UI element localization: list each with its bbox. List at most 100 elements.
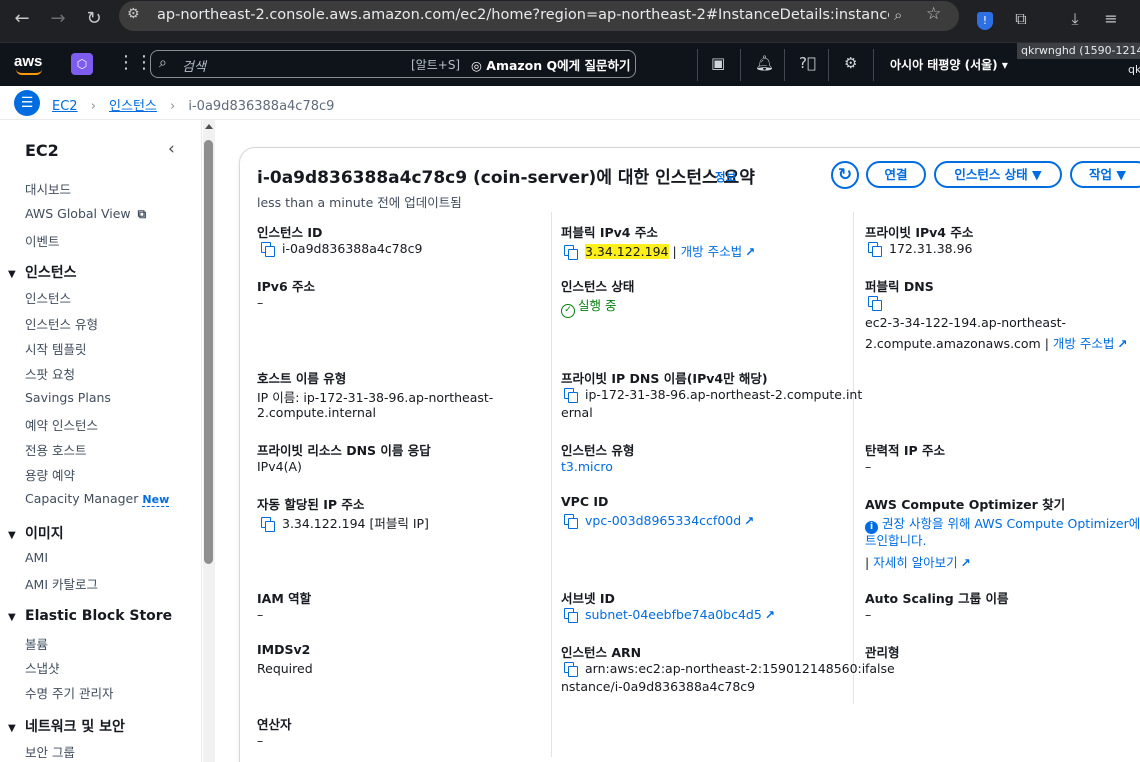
copy-icon[interactable] <box>868 242 882 257</box>
instance-id-value: i-0a9d836388a4c78c9 <box>261 241 422 257</box>
elastic-ip-value: – <box>865 459 872 474</box>
copy-icon[interactable] <box>564 608 578 623</box>
compute-optimizer-optin-line2[interactable]: 트인합니다. <box>865 530 926 549</box>
region-selector[interactable]: 아시아 태평양 (서울) ▾ <box>890 56 1008 73</box>
auto-ip-label: 자동 할당된 IP 주소 <box>257 497 365 512</box>
private-dns-value-line2: ernal <box>561 405 593 420</box>
address-bar[interactable]: ⚙ ap-northeast-2.console.aws.amazon.com/… <box>119 1 959 31</box>
copy-icon[interactable] <box>564 514 578 529</box>
sidebar-item-lifecycle-manager[interactable]: 수명 주기 관리자 <box>25 683 113 702</box>
site-settings-icon[interactable]: ⚙ <box>127 6 140 22</box>
cloudshell-icon[interactable]: ▣ <box>711 54 725 72</box>
refresh-icon[interactable]: ↻ <box>831 161 859 189</box>
instance-state-value: ✓ 실행 중 <box>561 295 616 318</box>
subnet-id-link[interactable]: subnet-04eebfbe74a0bc4d5 <box>585 607 762 622</box>
instance-arn-label: 인스턴스 ARN <box>561 645 642 660</box>
connect-button[interactable]: 연결 <box>866 161 926 188</box>
public-dns-label: 퍼블릭 DNS <box>865 279 934 294</box>
copy-icon[interactable] <box>564 662 578 677</box>
collapse-chevron-icon[interactable]: ‹ <box>168 139 175 159</box>
open-address-link[interactable]: 개방 주소법 <box>1053 336 1114 351</box>
private-ipv4-label: 프라이빗 IPv4 주소 <box>865 225 974 240</box>
operator-label: 연산자 <box>257 717 292 732</box>
forward-icon[interactable]: → <box>43 4 73 34</box>
private-dns-value-line1: ip-172-31-38-96.ap-northeast-2.compute.i… <box>564 387 862 403</box>
download-icon[interactable]: ⤓ <box>1060 4 1090 34</box>
extension-shield-icon[interactable]: ! <box>970 4 1000 34</box>
subnet-id-label: 서브넷 ID <box>561 591 615 606</box>
sidebar-title: EC2 <box>25 141 59 160</box>
menu-toggle-icon[interactable]: ☰ <box>14 90 40 116</box>
reading-list-icon[interactable]: ≡ <box>1096 4 1126 34</box>
breadcrumb-instances[interactable]: 인스턴스 <box>109 99 157 114</box>
sidebar-item-capacity-reservations[interactable]: 용량 예약 <box>25 465 75 484</box>
extensions-puzzle-icon[interactable]: ⧉ <box>1006 4 1036 34</box>
sidebar-item-events[interactable]: 이벤트 <box>25 231 60 250</box>
sidebar-section-instances[interactable]: ▼ 인스턴스 <box>8 262 77 282</box>
search-icon: ⌕ <box>159 55 167 71</box>
scroll-up-arrow-icon[interactable] <box>205 124 213 129</box>
sidebar-scroll-thumb[interactable] <box>204 140 213 564</box>
sidebar-item-instances[interactable]: 인스턴스 <box>25 288 71 307</box>
updated-text: less than a minute 전에 업데이트됨 <box>257 195 462 210</box>
notifications-bell-icon[interactable]: 🔔︎ <box>755 54 774 72</box>
help-icon[interactable]: ?⃝ <box>799 54 816 72</box>
sidebar-item-dedicated-hosts[interactable]: 전용 호스트 <box>25 440 86 459</box>
aws-logo[interactable]: aws <box>14 53 42 75</box>
copy-icon[interactable] <box>261 517 275 532</box>
ipv6-value: – <box>257 295 264 310</box>
private-dns-label: 프라이빗 IP DNS 이름(IPv4만 해당) <box>561 371 768 386</box>
sidebar-item-capacity-manager[interactable]: Capacity Manager New <box>25 491 170 507</box>
sidebar-item-savings-plans[interactable]: Savings Plans <box>25 390 111 405</box>
sidebar-item-ami-catalog[interactable]: AMI 카탈로그 <box>25 574 98 593</box>
vpc-id-label: VPC ID <box>561 494 609 509</box>
sidebar-item-ami[interactable]: AMI <box>25 550 48 565</box>
learn-more-link[interactable]: 자세히 알아보기 <box>873 555 957 570</box>
aws-top-nav: aws ⬡ ⋮⋮⋮ ⌕ 검색 [알트+S] ◎ Amazon Q에게 질문하기 … <box>0 42 1140 86</box>
sidebar-section-ebs[interactable]: ▼ Elastic Block Store <box>8 608 172 624</box>
back-icon[interactable]: ← <box>7 4 37 34</box>
breadcrumb-ec2[interactable]: EC2 <box>52 99 78 114</box>
open-address-link[interactable]: 개방 주소법 <box>681 244 742 259</box>
breadcrumb-current: i-0a9d836388a4c78c9 <box>188 99 335 114</box>
url-text[interactable]: ap-northeast-2.console.aws.amazon.com/ec… <box>157 7 889 23</box>
service-shortcut-icon[interactable]: ⬡ <box>71 53 93 75</box>
sidebar-item-dashboard[interactable]: 대시보드 <box>25 179 71 198</box>
ipv6-label: IPv6 주소 <box>257 279 316 294</box>
sidebar-item-spot-requests[interactable]: 스팟 요청 <box>25 364 75 383</box>
bookmark-star-icon[interactable]: ☆ <box>926 4 941 24</box>
copy-icon[interactable] <box>868 296 882 311</box>
copy-icon[interactable] <box>261 242 275 257</box>
info-link[interactable]: 정보 <box>715 169 736 185</box>
instance-arn-value-line1: arn:aws:ec2:ap-northeast-2:159012148560:… <box>564 661 865 677</box>
search-input[interactable]: ⌕ 검색 [알트+S] ◎ Amazon Q에게 질문하기 <box>150 50 636 78</box>
actions-button[interactable]: 작업 ▼ <box>1070 161 1140 188</box>
account-menu[interactable]: qk <box>1128 63 1140 76</box>
sidebar-item-launch-templates[interactable]: 시작 템플릿 <box>25 339 86 358</box>
sidebar-item-global-view[interactable]: AWS Global View ⧉ <box>25 206 146 222</box>
copy-icon[interactable] <box>564 388 578 403</box>
reload-icon[interactable]: ↻ <box>79 4 109 34</box>
zoom-icon[interactable]: ⌕ <box>894 6 902 24</box>
sidebar-section-network-security[interactable]: ▼ 네트워크 및 보안 <box>8 716 125 736</box>
auto-ip-value: 3.34.122.194 [퍼블릭 IP] <box>261 513 429 532</box>
sidebar-item-volumes[interactable]: 볼륨 <box>25 634 48 653</box>
browser-toolbar: ← → ↻ ⚙ ap-northeast-2.console.aws.amazo… <box>0 0 1140 42</box>
vpc-id-link[interactable]: vpc-003d8965334ccf00d <box>585 513 741 528</box>
hostname-type-value-line1: IP 이름: ip-172-31-38-96.ap-northeast- <box>257 390 494 405</box>
sidebar-item-reserved-instances[interactable]: 예약 인스턴스 <box>25 415 98 434</box>
sidebar-item-instance-types[interactable]: 인스턴스 유형 <box>25 314 98 333</box>
instance-state-button[interactable]: 인스턴스 상태 ▼ <box>934 161 1062 188</box>
sidebar-item-snapshots[interactable]: 스냅샷 <box>25 658 60 677</box>
instance-type-label: 인스턴스 유형 <box>561 443 635 458</box>
sidebar-section-images[interactable]: ▼ 이미지 <box>8 523 64 543</box>
instance-state-label: 인스턴스 상태 <box>561 279 635 294</box>
asg-name-value: – <box>865 607 872 622</box>
amazon-q-button[interactable]: ◎ Amazon Q에게 질문하기 <box>471 55 631 74</box>
sidebar-item-security-groups[interactable]: 보안 그룹 <box>25 742 75 761</box>
instance-type-link[interactable]: t3.micro <box>561 459 613 474</box>
settings-gear-icon[interactable]: ⚙ <box>844 54 857 72</box>
managed-value: false <box>865 661 895 676</box>
breadcrumb-bar: ☰ EC2 › 인스턴스 › i-0a9d836388a4c78c9 <box>0 86 1140 120</box>
copy-icon[interactable] <box>564 245 578 260</box>
